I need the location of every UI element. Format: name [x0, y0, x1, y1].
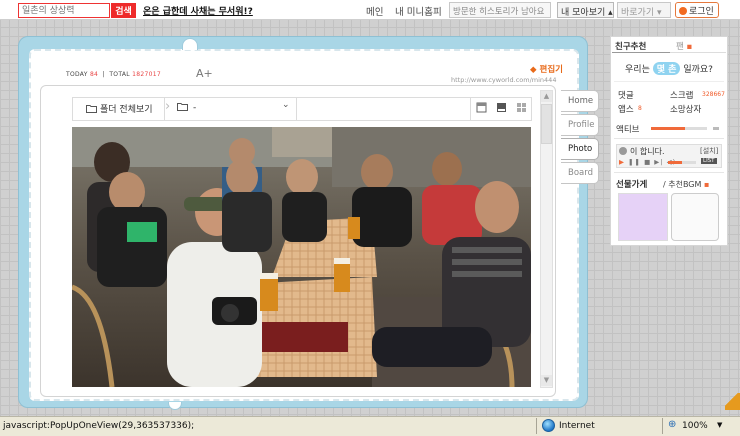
scrollbar-thumb[interactable]: [541, 104, 552, 144]
tab-home[interactable]: Home: [561, 90, 599, 112]
visit-history-box[interactable]: 방문한 히스토리가 남아요: [449, 2, 551, 18]
nav-main-link[interactable]: 메인: [366, 4, 383, 18]
top-navigation-bar: 검색 온은 급한데 사채는 무서워!? 메인 내 미니홈피 방문한 히스토리가 …: [0, 0, 740, 20]
single-view-icon[interactable]: [476, 102, 487, 113]
bgm-status-text: 이 합니다.: [630, 147, 665, 156]
gift-shop-link[interactable]: 선물가게: [616, 178, 647, 190]
globe-icon: [542, 419, 555, 432]
tab-profile[interactable]: Profile: [561, 114, 599, 136]
nav-mini-homepage-link[interactable]: 내 미니홈피: [395, 4, 442, 18]
collection-dropdown-label: 내 모아보기: [561, 8, 606, 18]
activity-bar-end: [713, 127, 719, 130]
shortcut-dropdown-label: 바로가기: [621, 8, 655, 18]
apps-count: 8: [638, 105, 642, 112]
chevron-down-icon[interactable]: ⌄: [282, 100, 290, 110]
divider: [614, 172, 724, 173]
scroll-down-arrow-icon[interactable]: ▼: [541, 375, 552, 386]
play-icon[interactable]: ▶: [619, 158, 625, 166]
login-button[interactable]: 로그인: [675, 2, 719, 18]
search-input[interactable]: [18, 3, 110, 18]
promo-link[interactable]: 온은 급한데 사채는 무서워!?: [143, 4, 253, 17]
login-dot-icon: [679, 7, 687, 15]
security-zone: Internet: [559, 421, 595, 431]
tab-underline: [612, 52, 670, 53]
status-text: javascript:PopUpOneView(29,363537336);: [3, 421, 195, 431]
zoom-dropdown-icon[interactable]: ▼: [717, 421, 722, 429]
next-icon[interactable]: ▶|: [654, 158, 663, 166]
status-separator: [662, 418, 663, 434]
tab-line: [670, 52, 726, 53]
comments-link[interactable]: 댓글: [618, 89, 634, 101]
shortcut-dropdown[interactable]: 바로가기 ▾: [617, 2, 671, 18]
homepage-url: http://www.cyworld.com/min444: [451, 76, 557, 84]
volume-slider-fill: [668, 161, 682, 164]
scroll-up-arrow-icon[interactable]: ▲: [541, 91, 552, 102]
new-badge-icon: ▪: [703, 180, 710, 189]
chon-question-highlight: 몇 촌: [652, 62, 681, 75]
recommended-bgm-link[interactable]: / 추천BGM ▪: [663, 179, 709, 190]
today-value: 84: [89, 71, 99, 78]
caret-up-icon: ▴: [608, 8, 613, 18]
chevron-right-icon: ›: [165, 99, 171, 114]
zoom-icon[interactable]: ⊕: [668, 419, 676, 430]
login-label: 로그인: [689, 7, 714, 17]
stop-icon[interactable]: ■: [644, 158, 651, 166]
font-size-icon[interactable]: A+: [196, 67, 213, 80]
chon-question[interactable]: 우리는 몇 촌 일까요?: [612, 62, 726, 75]
folder-icon: [177, 103, 188, 111]
grid-view-icon[interactable]: [516, 102, 527, 113]
bgm-item-thumbnail[interactable]: [671, 193, 719, 241]
list-view-icon[interactable]: [496, 102, 507, 113]
folder-select-value: -: [193, 103, 197, 113]
activity-bar-fill: [651, 127, 685, 130]
frame-ring-bottom: [168, 402, 182, 410]
group-photo[interactable]: [72, 127, 531, 387]
divider: [614, 81, 724, 82]
new-badge-icon: ▪: [686, 42, 693, 52]
recommended-bgm-label: / 추천BGM: [663, 180, 702, 189]
tab-board[interactable]: Board: [561, 162, 599, 184]
photo-image: [72, 127, 531, 387]
chon-question-post: 일까요?: [683, 65, 713, 75]
collection-dropdown[interactable]: 내 모아보기 ▴: [557, 2, 614, 18]
wish-box-link[interactable]: 소망상자: [670, 103, 701, 115]
tab-fan-label: 팬: [676, 42, 684, 52]
divider: [614, 138, 724, 139]
view-all-folders-label: 폴더 전체보기: [100, 105, 153, 115]
playlist-button[interactable]: LIST: [701, 158, 717, 164]
total-value: 1827017: [132, 71, 161, 78]
view-all-folders-button[interactable]: 폴더 전체보기: [86, 102, 153, 115]
caret-down-icon: ▾: [657, 8, 662, 18]
folder-icon: [86, 105, 97, 113]
today-label: TODAY: [66, 71, 88, 78]
frame-ring-top: [182, 38, 198, 50]
scrap-count: 328667: [702, 91, 725, 98]
toolbar-separator: [470, 97, 471, 121]
music-icon: [619, 147, 627, 155]
scrap-link[interactable]: 스크랩: [670, 89, 693, 101]
tab-friend-recommend[interactable]: 친구추천: [615, 40, 646, 52]
pause-icon[interactable]: ❚❚: [628, 158, 641, 166]
chon-question-pre: 우리는: [625, 65, 650, 75]
total-label: TOTAL: [109, 71, 130, 78]
editor-link[interactable]: ◆ 편집기: [530, 63, 563, 75]
visit-counter: TODAY 84 | TOTAL 1827017: [66, 71, 161, 78]
folder-select[interactable]: -: [177, 102, 196, 113]
diamond-icon: ◆: [530, 65, 537, 75]
editor-link-label: 편집기: [539, 65, 563, 75]
status-separator: [536, 418, 537, 434]
zoom-level[interactable]: 100%: [682, 421, 708, 431]
bgm-install-link[interactable]: [설치]: [700, 146, 718, 156]
tab-photo[interactable]: Photo: [561, 138, 599, 160]
apps-link[interactable]: 앱스: [618, 103, 634, 115]
gift-item-thumbnail[interactable]: [618, 193, 668, 241]
tab-fan[interactable]: 팬 ▪: [676, 40, 692, 52]
search-button[interactable]: 검색: [111, 3, 136, 18]
toolbar-separator: [296, 97, 297, 121]
corner-fold-icon[interactable]: [725, 393, 740, 410]
activity-label: 액티브: [616, 125, 640, 135]
